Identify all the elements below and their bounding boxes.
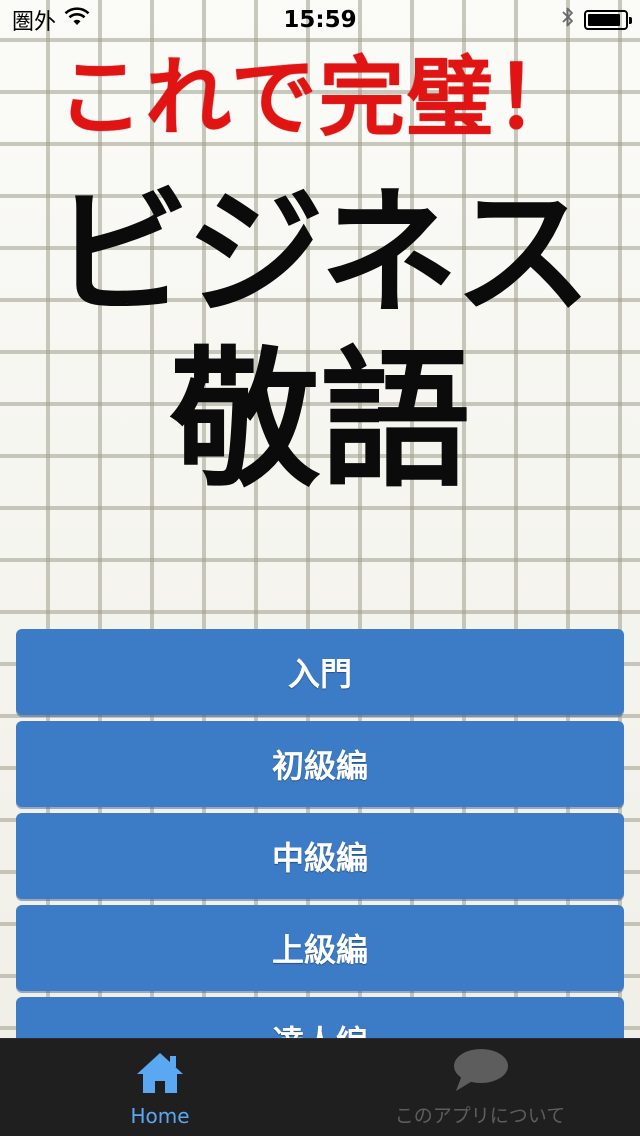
battery-level <box>588 14 621 26</box>
level-menu: 入門 初級編 中級編 上級編 達人編 <box>16 629 624 1038</box>
bluetooth-icon <box>560 5 576 35</box>
menu-button-label: 中級編 <box>271 839 368 877</box>
app-title-line2: 敬語 <box>169 332 470 508</box>
battery-icon <box>584 10 632 30</box>
menu-button-beginner[interactable]: 初級編 <box>16 721 624 807</box>
status-bar: 圏外 15:59 <box>0 0 640 40</box>
tab-about-label: このアプリについて <box>394 1105 566 1127</box>
carrier-label: 圏外 <box>12 10 57 35</box>
menu-button-intro[interactable]: 入門 <box>16 629 624 715</box>
subtitle-banner: これで完璧！ <box>57 47 583 148</box>
status-left: 圏外 <box>12 4 90 36</box>
menu-button-label: 入門 <box>287 655 352 693</box>
menu-button-advanced[interactable]: 上級編 <box>16 905 624 991</box>
menu-button-intermediate[interactable]: 中級編 <box>16 813 624 899</box>
status-time: 15:59 <box>283 7 357 33</box>
tab-home-label: Home <box>130 1104 190 1128</box>
house-icon <box>134 1050 186 1100</box>
menu-button-expert[interactable]: 達人編 <box>16 997 624 1038</box>
menu-button-label: 上級編 <box>271 931 368 969</box>
app-title-line1: ビジネス <box>51 171 592 334</box>
tab-home[interactable]: Home <box>0 1039 320 1136</box>
speech-bubble-icon <box>450 1047 510 1097</box>
menu-button-label: 初級編 <box>271 747 368 785</box>
status-right <box>560 5 632 35</box>
menu-button-label: 達人編 <box>272 1017 368 1038</box>
tab-bar: Home このアプリについて <box>0 1038 640 1136</box>
wifi-icon <box>64 7 90 33</box>
tab-about[interactable]: このアプリについて <box>320 1039 640 1136</box>
